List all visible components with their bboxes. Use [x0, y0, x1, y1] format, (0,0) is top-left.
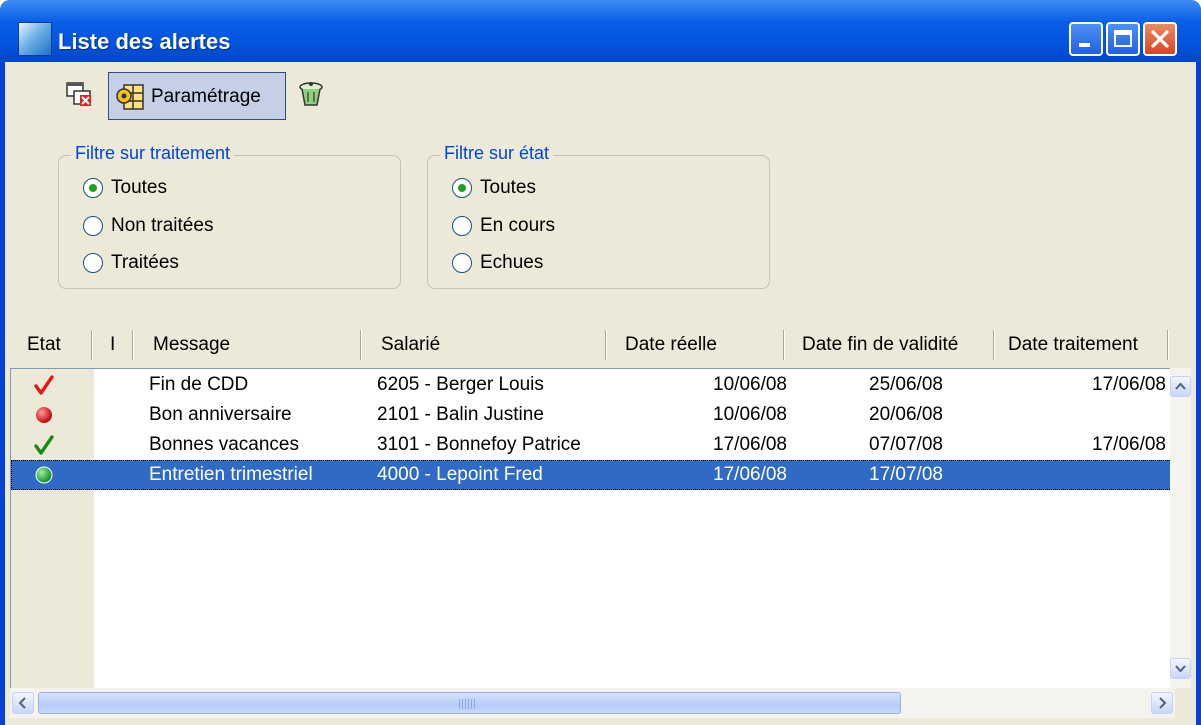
- col-header-salarie[interactable]: Salarié: [381, 334, 440, 356]
- settings-table-icon: [116, 84, 144, 110]
- filter-traitement-group: Filtre sur traitement Toutes Non traitée…: [58, 143, 401, 289]
- minimize-button[interactable]: [1069, 22, 1103, 56]
- maximize-icon: [1114, 30, 1132, 47]
- chevron-up-icon: [1175, 382, 1186, 390]
- scroll-left-button[interactable]: [12, 692, 34, 714]
- parametrage-button[interactable]: Paramétrage: [108, 72, 286, 120]
- scroll-up-button[interactable]: [1170, 376, 1191, 397]
- window-title: Liste des alertes: [58, 29, 231, 54]
- scroll-right-button[interactable]: [1151, 692, 1173, 714]
- alert-grid: Fin de CDD 6205 - Berger Louis 10/06/08 …: [10, 368, 1176, 689]
- col-header-etat[interactable]: Etat: [27, 334, 61, 356]
- alert-list-window: Liste des alertes Paramétrage Filtre sur…: [0, 0, 1201, 725]
- green-dot-icon: [35, 466, 53, 484]
- grid-header: Etat I Message Salarié Date réelle Date …: [5, 322, 1196, 366]
- trash-icon[interactable]: [297, 80, 325, 108]
- table-row-selected[interactable]: Entretien trimestriel 4000 - Lepoint Fre…: [11, 460, 1176, 490]
- col-header-date-reelle[interactable]: Date réelle: [625, 334, 717, 356]
- window-client-area: Paramétrage Filtre sur traitement Toutes…: [5, 62, 1196, 725]
- horizontal-scrollbar[interactable]: [10, 688, 1175, 718]
- close-button[interactable]: [1143, 22, 1177, 56]
- parametrage-label: Paramétrage: [151, 86, 261, 107]
- table-row[interactable]: Bonnes vacances 3101 - Bonnefoy Patrice …: [11, 430, 1176, 460]
- toolbar: Paramétrage: [5, 62, 1196, 122]
- scroll-down-button[interactable]: [1170, 658, 1191, 679]
- red-dot-icon: [36, 407, 52, 423]
- app-icon: [18, 22, 52, 56]
- filter-etat-group: Filtre sur état Toutes En cours Echues: [427, 143, 770, 289]
- filter-etat-title: Filtre sur état: [440, 143, 554, 164]
- red-check-icon: [34, 375, 54, 395]
- chevron-down-icon: [1175, 665, 1186, 673]
- col-header-date-traitement[interactable]: Date traitement: [1008, 334, 1138, 356]
- col-header-message[interactable]: Message: [153, 334, 230, 356]
- green-check-icon: [34, 435, 54, 455]
- table-row[interactable]: Bon anniversaire 2101 - Balin Justine 10…: [11, 400, 1176, 430]
- filter-traitement-title: Filtre sur traitement: [71, 143, 235, 164]
- chevron-left-icon: [18, 697, 26, 709]
- minimize-icon: [1079, 43, 1090, 47]
- table-row[interactable]: Fin de CDD 6205 - Berger Louis 10/06/08 …: [11, 370, 1176, 400]
- vertical-scrollbar[interactable]: [1170, 368, 1191, 688]
- horizontal-scroll-thumb[interactable]: [38, 692, 901, 714]
- title-bar[interactable]: Liste des alertes: [0, 0, 1201, 62]
- col-header-date-fin-validite[interactable]: Date fin de validité: [802, 334, 958, 356]
- chevron-right-icon: [1159, 697, 1167, 709]
- close-icon: [1151, 30, 1169, 48]
- maximize-button[interactable]: [1106, 22, 1140, 56]
- col-header-i[interactable]: I: [110, 334, 115, 356]
- close-window-icon[interactable]: [65, 80, 93, 108]
